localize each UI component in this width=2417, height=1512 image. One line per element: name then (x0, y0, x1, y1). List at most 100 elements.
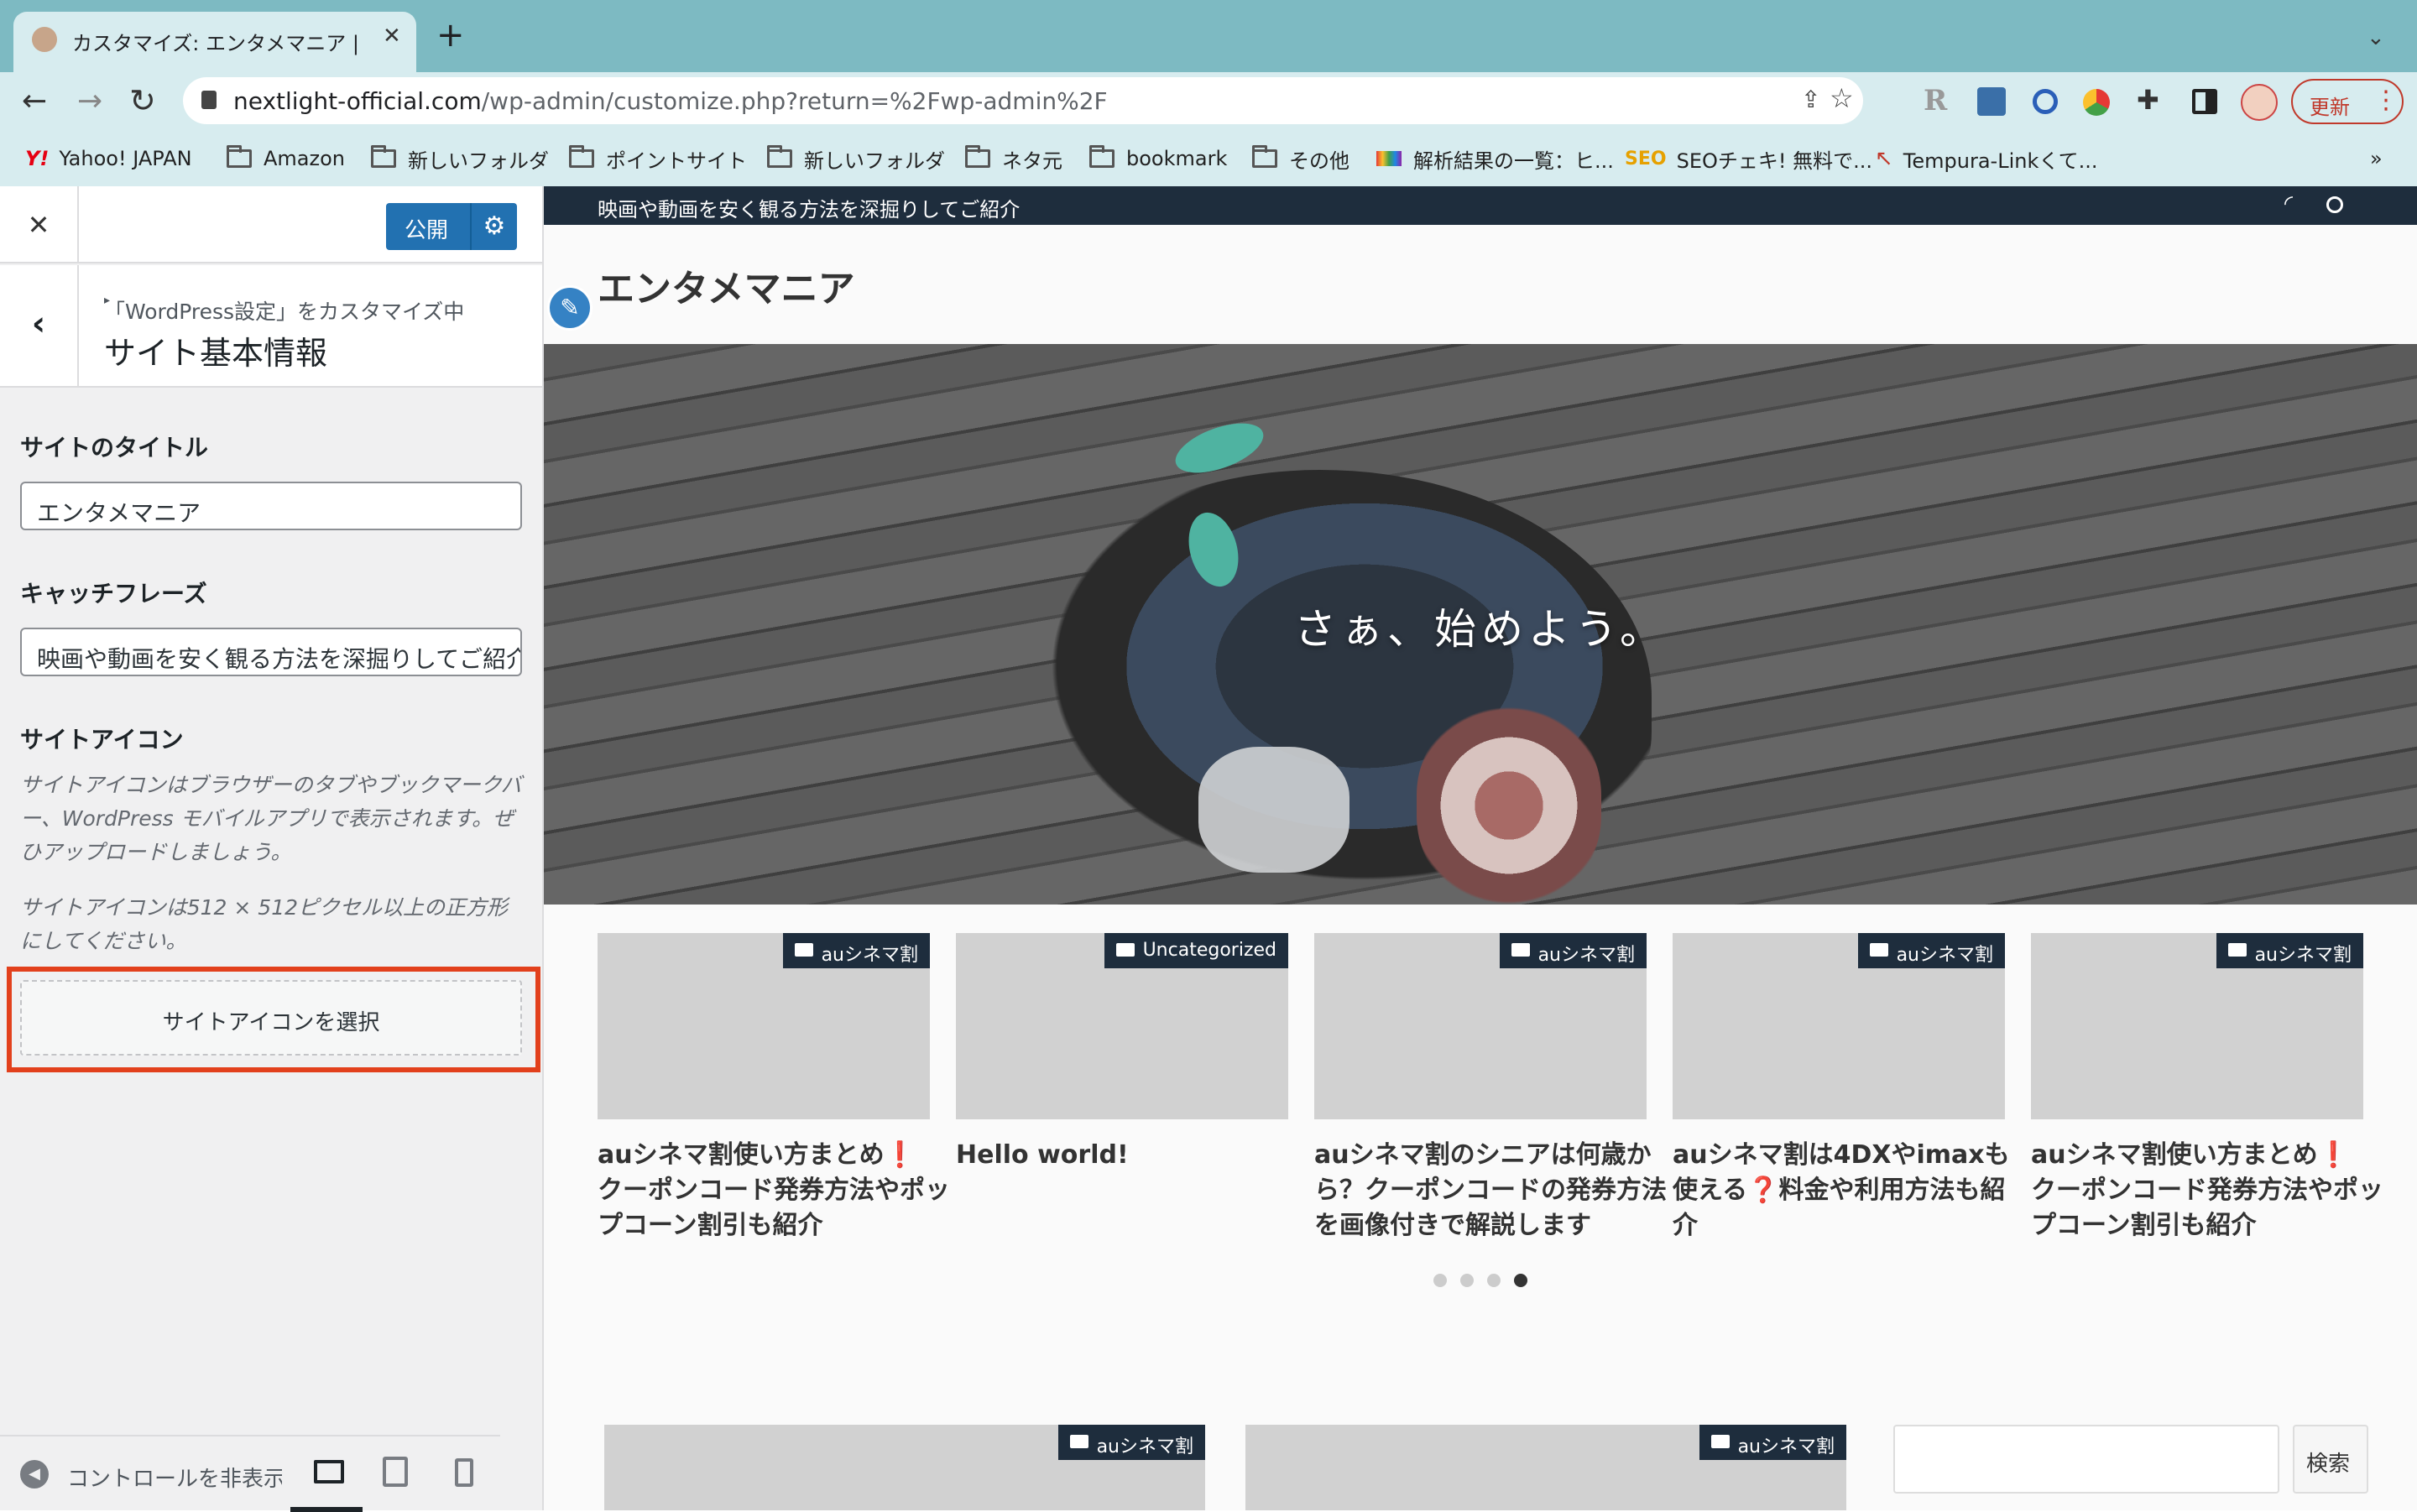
select-site-icon-button[interactable]: サイトアイコンを選択 (20, 980, 522, 1056)
post-title[interactable]: auシネマ割のシニアは何歳から？クーポンコードの発券方法を画像付きで解説します (1314, 1138, 1667, 1243)
search-button[interactable]: 検索 (2293, 1425, 2368, 1494)
tagline-input[interactable]: 映画や動画を安く観る方法を深掘りしてご紹介 (20, 628, 522, 676)
forward-icon[interactable]: → (77, 84, 102, 118)
category-badge[interactable]: Uncategorized (1104, 933, 1288, 968)
more-bookmarks[interactable]: » (2370, 144, 2383, 173)
active-device-indicator (290, 1507, 363, 1512)
tab-list-chevron-icon[interactable]: ⌄ (2367, 25, 2385, 50)
bookmark-label: 新しいフォルダ (408, 149, 549, 173)
hero-blouse (1417, 705, 1601, 905)
lock-icon (201, 91, 217, 109)
post-title[interactable]: auシネマ割使い方まとめ❗ クーポンコード発券方法やポップコーン割引も紹介 (2031, 1138, 2383, 1243)
folder-icon (227, 145, 252, 168)
slider-dot[interactable] (1487, 1274, 1501, 1287)
bookmark-amazon[interactable]: Amazon (227, 144, 345, 173)
address-bar[interactable]: nextlight-official.com/wp-admin/customiz… (183, 77, 1863, 124)
menu-kebab-icon: ⋮ (2373, 86, 2399, 115)
search-icon[interactable] (2326, 196, 2343, 213)
post-card[interactable]: auシネマ割 (604, 1425, 1205, 1510)
folder-icon (1869, 943, 1888, 957)
back-icon[interactable]: ← (22, 84, 47, 118)
profile-avatar[interactable] (2241, 84, 2278, 121)
bookmark-analytics[interactable]: 解析結果の一覧：ヒ... (1376, 144, 1614, 173)
analytics-icon (1376, 151, 1402, 166)
slider-dot[interactable] (1460, 1274, 1474, 1287)
side-panel-icon[interactable] (2192, 89, 2217, 114)
category-badge[interactable]: auシネマ割 (782, 933, 930, 968)
share-icon[interactable]: ⇪ (1801, 86, 1820, 113)
exclamation-icon: ❗ (2317, 1140, 2349, 1170)
category-label: auシネマ割 (1537, 945, 1635, 966)
post-title[interactable]: Hello world! (956, 1138, 1308, 1173)
bookmark-label: Amazon (264, 147, 345, 170)
hero-shirt (1198, 747, 1349, 873)
bookmark-star-icon[interactable]: ☆ (1830, 82, 1854, 114)
bookmark-yahoo[interactable]: Y! Yahoo! JAPAN (25, 144, 192, 173)
tagline-label: キャッチフレーズ (20, 580, 207, 607)
close-tab-icon[interactable]: ✕ (383, 23, 401, 49)
search-input[interactable] (1893, 1425, 2279, 1494)
extension-circle-icon[interactable] (2033, 89, 2058, 114)
slider-dot[interactable] (1433, 1274, 1447, 1287)
browser-tab[interactable]: カスタマイズ: エンタメマニア | 映 ✕ (13, 12, 416, 72)
bookmark-other[interactable]: その他 (1252, 144, 1349, 173)
publish-settings-gear-icon[interactable]: ⚙ (470, 203, 517, 250)
section-title: サイト基本情報 (104, 335, 328, 372)
browser-tab-bar: カスタマイズ: エンタメマニア | 映 ✕ + ⌄ (0, 0, 2417, 72)
question-icon: ❓ (1747, 1176, 1779, 1205)
extension-r-icon[interactable]: R (1924, 84, 1947, 117)
back-chevron-icon[interactable]: ‹ (0, 265, 79, 388)
bookmark-seo[interactable]: SEO SEOチェキ! 無料で... (1625, 144, 1872, 173)
category-label: auシネマ割 (2254, 945, 2352, 966)
rss-icon[interactable]: ◜ (2284, 191, 2293, 216)
folder-icon (1089, 145, 1115, 168)
collapse-arrow-icon[interactable]: ◀ (20, 1460, 49, 1489)
search-button-label: 検索 (2306, 1452, 2351, 1477)
hide-controls-label[interactable]: コントロールを非表示 (67, 1462, 282, 1493)
bookmark-tempura[interactable]: ↖ Tempura-Linkくて... (1875, 144, 2098, 173)
category-badge[interactable]: auシネマ割 (1857, 933, 2005, 968)
extension-s-icon[interactable] (1977, 87, 2006, 116)
folder-icon (965, 145, 990, 168)
post-title[interactable]: auシネマ割使い方まとめ❗ クーポンコード発券方法やポップコーン割引も紹介 (598, 1138, 950, 1243)
post-title-text: auシネマ割使い方まとめ (598, 1140, 885, 1170)
category-label: auシネマ割 (1896, 945, 1993, 966)
publish-button[interactable]: 公開 ⚙ (386, 203, 517, 250)
category-badge[interactable]: auシネマ割 (1057, 1425, 1205, 1460)
close-customizer-button[interactable]: ✕ (0, 186, 79, 263)
bookmark-netamoto[interactable]: ネタ元 (965, 144, 1062, 173)
post-title-text: クーポンコード発券方法やポップコーン割引も紹介 (598, 1176, 950, 1240)
category-badge[interactable]: auシネマ割 (1699, 1425, 1846, 1460)
update-button[interactable]: 更新 ⋮ (2291, 79, 2404, 124)
tempura-icon: ↖ (1875, 146, 1893, 171)
bookmark-bookmark[interactable]: bookmark (1089, 144, 1227, 173)
bookmark-label: ポイントサイト (606, 149, 747, 173)
reload-icon[interactable]: ↻ (129, 82, 156, 119)
post-title[interactable]: auシネマ割は4DXやimaxも使える❓料金や利用方法も紹介 (1673, 1138, 2025, 1243)
new-tab-button[interactable]: + (436, 18, 465, 52)
bookmark-new-folder-1[interactable]: 新しいフォルダ (371, 144, 549, 173)
mobile-preview-icon[interactable] (455, 1458, 473, 1487)
bookmark-new-folder-2[interactable]: 新しいフォルダ (767, 144, 945, 173)
slider-dot-active[interactable] (1514, 1274, 1527, 1287)
yahoo-icon: Y! (25, 147, 50, 170)
category-badge[interactable]: auシネマ割 (1499, 933, 1647, 968)
bookmark-point-site[interactable]: ポイントサイト (569, 144, 747, 173)
folder-icon (1115, 943, 1135, 957)
desktop-preview-icon[interactable] (314, 1460, 344, 1483)
site-title-input[interactable]: エンタメマニア (20, 482, 522, 530)
breadcrumb: 「WordPress設定」をカスタマイズ中 (104, 300, 465, 324)
extension-pie-icon[interactable] (2083, 89, 2110, 116)
section-header: ‹ ▸ 「WordPress設定」をカスタマイズ中 サイト基本情報 (0, 265, 542, 388)
post-card[interactable]: auシネマ割 (1245, 1425, 1846, 1510)
edit-shortcut-pencil-icon[interactable]: ✎ (547, 285, 593, 331)
customizer-panel: ✕ 公開 ⚙ ‹ ▸ 「WordPress設定」をカスタマイズ中 サイト基本情報… (0, 186, 544, 1512)
site-name[interactable]: エンタメマニア (598, 258, 855, 312)
publish-label: 公開 (405, 218, 449, 243)
tablet-preview-icon[interactable] (383, 1457, 408, 1487)
extensions-puzzle-icon[interactable]: ✚ (2137, 84, 2159, 116)
post-title-text: Hello world! (956, 1140, 1129, 1170)
site-title-label: サイトのタイトル (20, 434, 209, 461)
category-label: auシネマ割 (1096, 1436, 1193, 1457)
category-badge[interactable]: auシネマ割 (2216, 933, 2363, 968)
